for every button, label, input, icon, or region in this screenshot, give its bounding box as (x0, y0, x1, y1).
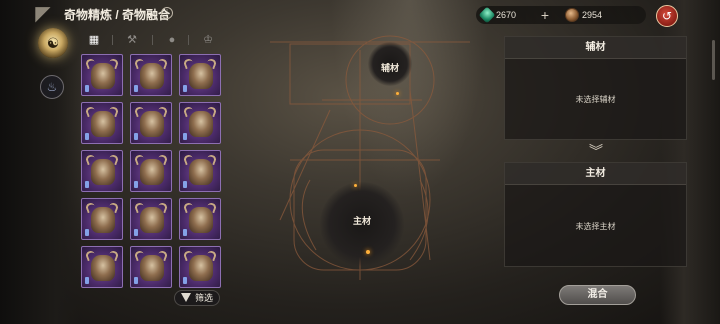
inventory-slot[interactable] (179, 54, 221, 96)
horned-helmet-icon (91, 255, 115, 281)
aux-empty-text: 未选择辅材 (575, 95, 616, 104)
horned-helmet-icon (189, 111, 213, 137)
main-material-panel: 主材 未选择主材 (504, 162, 687, 267)
aux-material-slot[interactable]: 辅材 (368, 42, 412, 86)
chevron-down-icon: ︾ (589, 143, 603, 159)
gem-marker (85, 277, 89, 284)
gem-count: 2670 (496, 10, 517, 20)
inventory-slot[interactable] (130, 246, 172, 288)
filter-label: 筛选 (195, 293, 214, 303)
return-arrow-icon[interactable]: ↺ (656, 5, 678, 27)
gem-marker (183, 181, 187, 188)
gem-marker (134, 277, 138, 284)
inventory-slot[interactable] (130, 54, 172, 96)
inventory-grid (81, 54, 223, 288)
aux-panel-title: 辅材 (505, 37, 686, 59)
inventory-slot[interactable] (81, 198, 123, 240)
back-emblem-icon[interactable]: ◤ (30, 2, 56, 26)
bronze-coin-icon (565, 8, 579, 22)
gem-marker (183, 229, 187, 236)
horned-helmet-icon (140, 207, 164, 233)
spark (366, 250, 370, 254)
gem-marker (85, 85, 89, 92)
horned-helmet-icon (140, 111, 164, 137)
main-empty-text: 未选择主材 (575, 222, 616, 231)
fusion-emblem-icon[interactable]: ☯ (38, 28, 68, 58)
gem-marker (85, 229, 89, 236)
gem-marker (85, 133, 89, 140)
horned-helmet-icon (91, 207, 115, 233)
main-panel-title: 主材 (505, 163, 686, 185)
filter-button[interactable]: 筛选 (174, 290, 220, 306)
horned-helmet-icon (140, 255, 164, 281)
inventory-slot[interactable] (130, 150, 172, 192)
mix-button[interactable]: 混合 (559, 285, 636, 305)
hammer-icon[interactable]: ⚒ (122, 31, 142, 49)
inventory-slot[interactable] (179, 246, 221, 288)
refine-emblem-icon[interactable]: ♨ (40, 75, 64, 99)
inventory-slot[interactable] (179, 102, 221, 144)
gem-marker (183, 133, 187, 140)
horned-helmet-icon (189, 207, 213, 233)
scrollbar[interactable] (712, 40, 715, 80)
tab-divider (152, 35, 153, 45)
gem-marker (183, 277, 187, 284)
trophy-icon[interactable]: ♔ (198, 31, 218, 49)
gem-marker (85, 181, 89, 188)
tab-divider (188, 35, 189, 45)
inventory-slot[interactable] (130, 198, 172, 240)
horned-helmet-icon (140, 63, 164, 89)
inventory-slot[interactable] (81, 54, 123, 96)
inventory-slot[interactable] (81, 246, 123, 288)
horned-helmet-icon (189, 159, 213, 185)
horned-helmet-icon (140, 159, 164, 185)
inventory-slot[interactable] (81, 150, 123, 192)
inventory-slot[interactable] (179, 198, 221, 240)
info-icon[interactable]: i (161, 7, 173, 19)
tab-divider (112, 35, 113, 45)
top-bar: ◤ 奇物精炼 / 奇物融合 i 2670 + 2954 ↺ (0, 0, 720, 30)
plus-icon[interactable]: + (539, 8, 551, 22)
gem-marker (134, 181, 138, 188)
inventory-slot[interactable] (179, 150, 221, 192)
grid-icon[interactable]: ▦ (84, 31, 104, 49)
gem-marker (134, 85, 138, 92)
gem-marker (183, 85, 187, 92)
horned-helmet-icon (189, 63, 213, 89)
inventory-slot[interactable] (81, 102, 123, 144)
fusion-diagram: 辅材 主材 (270, 30, 490, 300)
horned-helmet-icon (91, 159, 115, 185)
horned-helmet-icon (91, 63, 115, 89)
inventory-slot[interactable] (130, 102, 172, 144)
coin-count: 2954 (582, 10, 603, 20)
spark (354, 184, 357, 187)
gem-marker (134, 133, 138, 140)
aux-material-panel: 辅材 未选择辅材 (504, 36, 687, 140)
spark (396, 92, 399, 95)
bomb-icon[interactable]: ● (162, 31, 182, 49)
funnel-icon (181, 293, 191, 302)
gem-marker (134, 229, 138, 236)
horned-helmet-icon (189, 255, 213, 281)
page-title: 奇物精炼 / 奇物融合 (64, 8, 171, 22)
main-material-slot[interactable]: 主材 (320, 182, 404, 266)
category-tabs: ▦ ⚒ ● ♔ (80, 31, 224, 49)
horned-helmet-icon (91, 111, 115, 137)
